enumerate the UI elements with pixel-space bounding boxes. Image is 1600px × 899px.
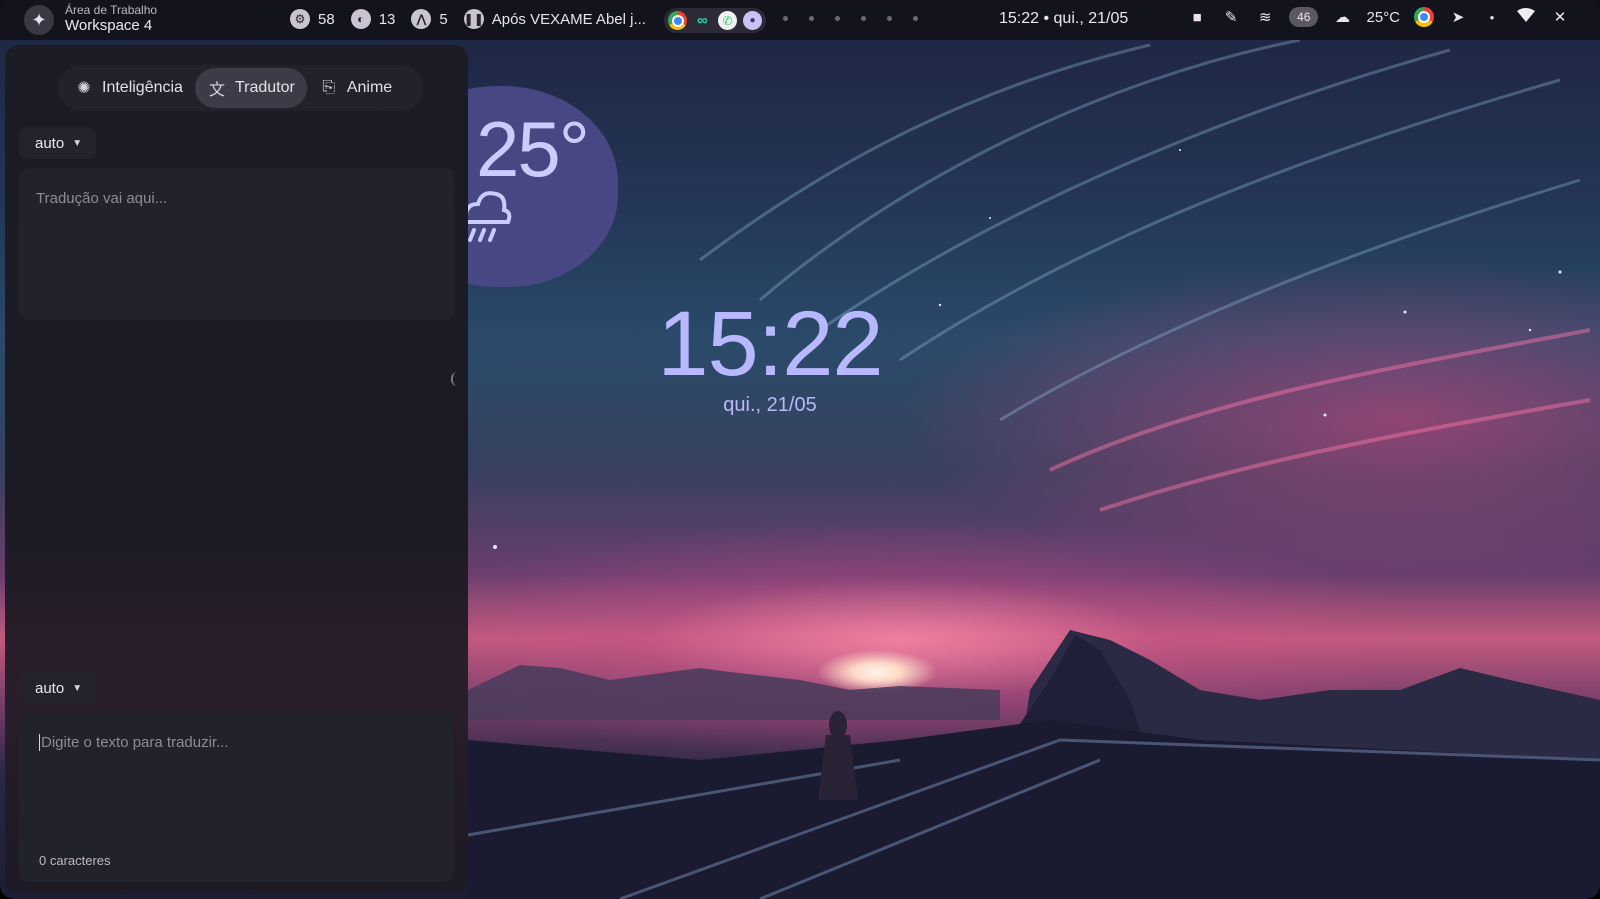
- disk-stat[interactable]: ⋀ 5: [411, 9, 448, 29]
- cpu-stat[interactable]: ⚙ 58: [290, 9, 335, 29]
- workspace-dot[interactable]: [783, 16, 788, 21]
- launcher-button[interactable]: ✦: [24, 5, 54, 35]
- color-picker-icon[interactable]: ✎: [1221, 8, 1241, 26]
- output-language-value: auto: [35, 134, 65, 152]
- active-workspace-icon[interactable]: ●: [743, 11, 762, 30]
- workspace-indicator[interactable]: Área de Trabalho Workspace 4: [65, 4, 157, 33]
- cpu-icon: ⚙: [290, 9, 310, 29]
- output-language-select[interactable]: auto ▼: [19, 127, 97, 159]
- caret-down-icon: ▼: [72, 137, 83, 149]
- chrome-icon[interactable]: [668, 11, 687, 30]
- telegram-icon[interactable]: ➤: [1448, 8, 1468, 26]
- topbar-clock[interactable]: 15:22 • qui., 21/05: [999, 10, 1128, 28]
- workspace-dot[interactable]: [913, 16, 918, 21]
- workspace-label: Área de Trabalho: [65, 3, 158, 17]
- tab-anime[interactable]: ⎘ Anime: [307, 68, 404, 108]
- whatsapp-icon[interactable]: ✆: [718, 11, 737, 30]
- clock-date: qui., 21/05: [723, 394, 817, 416]
- memory-icon: ◐: [350, 9, 371, 29]
- rain-cloud-small-icon: ☁: [1334, 9, 1350, 26]
- topbar-weather[interactable]: 25°C: [1366, 9, 1400, 26]
- memory-stat[interactable]: ◐ 13: [350, 9, 396, 29]
- running-apps: ∞ ✆ ●: [664, 8, 766, 33]
- media-title: Após VEXAME Abel j...: [491, 10, 646, 28]
- translate-icon: 文: [208, 82, 225, 99]
- tab-label: Inteligência: [102, 79, 183, 96]
- sparkle-icon: ✦: [31, 9, 47, 30]
- resize-handle-icon[interactable]: [451, 372, 459, 386]
- tab-inteligencia[interactable]: ✺ Inteligência: [62, 68, 195, 108]
- output-placeholder: Tradução vai aqui...: [36, 190, 168, 207]
- system-stats: ⚙ 58 ◐ 13 ⋀ 5 ❚❚ Após VEXAME Abel j...: [290, 9, 646, 29]
- wind-icon[interactable]: ≋: [1255, 8, 1275, 26]
- caret-down-icon: ▼: [72, 682, 83, 694]
- pause-icon[interactable]: ❚❚: [464, 9, 484, 29]
- screen-record-icon[interactable]: ■: [1187, 9, 1207, 26]
- top-bar: ✦ Área de Trabalho Workspace 4 ⚙ 58 ◐ 13…: [0, 0, 1600, 40]
- clock-time: 15:22: [657, 293, 883, 395]
- sidebar-panel: ✺ Inteligência 文 Tradutor ⎘ Anime auto ▼…: [5, 45, 468, 894]
- translation-input[interactable]: Digite o texto para traduzir... 0 caract…: [19, 712, 454, 882]
- brain-icon: ✺: [77, 80, 91, 97]
- input-language-select[interactable]: auto ▼: [19, 672, 97, 704]
- panel-tabs: ✺ Inteligência 文 Tradutor ⎘ Anime: [58, 65, 423, 111]
- tab-tradutor[interactable]: 文 Tradutor: [194, 68, 307, 108]
- memory-value: 13: [378, 10, 396, 28]
- tab-label: Tradutor: [234, 79, 295, 96]
- workspace-dot[interactable]: [809, 16, 814, 21]
- workspace-dots: [783, 16, 918, 21]
- tray-dot-icon: ●: [1489, 12, 1495, 22]
- system-tray: ■ ✎ ≋ 46 ☁ 25°C ➤ ● ✕: [1187, 7, 1570, 27]
- media-player[interactable]: ❚❚ Após VEXAME Abel j...: [464, 9, 646, 29]
- char-count: 0 caracteres: [39, 853, 111, 868]
- workspace-name: Workspace 4: [65, 17, 153, 34]
- cpu-value: 58: [318, 10, 335, 28]
- weather-widget[interactable]: 25°: [468, 86, 620, 287]
- bluetooth-off-icon[interactable]: ✕: [1550, 8, 1570, 26]
- input-placeholder: Digite o texto para traduzir...: [39, 734, 229, 751]
- tab-label: Anime: [346, 79, 393, 96]
- workspace-dot[interactable]: [887, 16, 892, 21]
- workspace-dot[interactable]: [861, 16, 866, 21]
- meta-icon[interactable]: ∞: [693, 11, 712, 30]
- disk-icon: ⋀: [411, 9, 432, 29]
- disk-value: 5: [439, 10, 448, 28]
- wifi-icon[interactable]: [1516, 7, 1536, 27]
- rain-cloud-icon: [468, 191, 512, 242]
- workspace-dot[interactable]: [835, 16, 840, 21]
- chrome-tray-icon[interactable]: [1414, 7, 1434, 27]
- bookmark-icon: ⎘: [322, 79, 336, 96]
- clock-widget: 15:22 qui., 21/05: [640, 298, 900, 417]
- battery-badge[interactable]: 46: [1289, 7, 1319, 27]
- input-language-value: auto: [35, 679, 65, 697]
- translation-output[interactable]: Tradução vai aqui...: [19, 168, 454, 320]
